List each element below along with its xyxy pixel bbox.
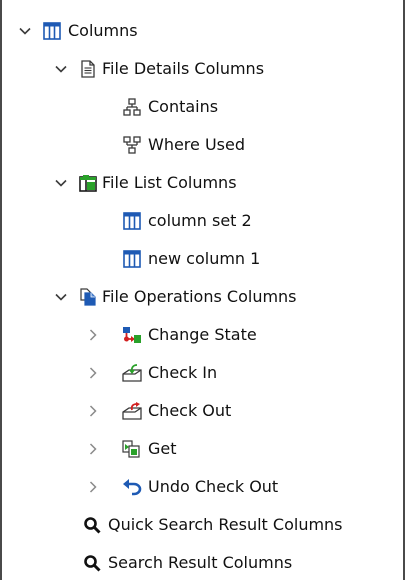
check-out-icon [122,401,142,421]
tree-node-change-state[interactable]: Change State [0,317,403,355]
search-icon [82,553,102,573]
tree-node-label: Quick Search Result Columns [108,515,343,534]
chevron-down-icon[interactable] [52,60,70,78]
chevron-right-icon[interactable] [84,402,102,420]
chevron-right-icon[interactable] [84,440,102,458]
column-set-icon [122,249,142,269]
tree-node-undo-check-out[interactable]: Undo Check Out [0,469,403,507]
chevron-right-icon[interactable] [84,326,102,344]
tree-node-label: Change State [148,325,257,344]
hierarchy-icon [122,97,142,117]
search-icon [82,515,102,535]
tree-node-label: Search Result Columns [108,553,293,572]
chevron-down-icon[interactable] [52,288,70,306]
file-list-icon [78,173,98,193]
tree-node-label: column set 2 [148,211,252,230]
tree-node-label: Check In [148,363,218,382]
tree-node-check-out[interactable]: Check Out [0,393,403,431]
check-in-icon [122,363,142,383]
tree-node-label: Contains [148,97,219,116]
chevron-right-icon[interactable] [84,478,102,496]
chevron-right-icon[interactable] [84,364,102,382]
columns-tree-panel: Columns File Details Columns Contains Wh… [0,0,405,580]
columns-tree: Columns File Details Columns Contains Wh… [0,13,403,580]
tree-node-where-used[interactable]: Where Used [0,127,403,165]
change-state-icon [122,325,142,345]
column-set-icon [42,21,62,41]
file-operations-icon [78,287,98,307]
tree-node-columns[interactable]: Columns [0,13,403,51]
tree-node-label: File List Columns [102,173,237,192]
tree-node-quick-search-result-columns[interactable]: Quick Search Result Columns [0,507,403,545]
tree-node-search-result-columns[interactable]: Search Result Columns [0,545,403,580]
tree-node-label: Undo Check Out [148,477,279,496]
column-set-icon [122,211,142,231]
document-icon [78,59,98,79]
undo-icon [122,477,142,497]
tree-node-column-set-2[interactable]: column set 2 [0,203,403,241]
chevron-down-icon[interactable] [16,22,34,40]
get-icon [122,439,142,459]
tree-node-check-in[interactable]: Check In [0,355,403,393]
chevron-down-icon[interactable] [52,174,70,192]
tree-node-label: Check Out [148,401,232,420]
tree-node-get[interactable]: Get [0,431,403,469]
tree-node-file-operations-columns[interactable]: File Operations Columns [0,279,403,317]
tree-node-contains[interactable]: Contains [0,89,403,127]
tree-node-file-details-columns[interactable]: File Details Columns [0,51,403,89]
tree-node-label: new column 1 [148,249,261,268]
tree-node-label: Where Used [148,135,246,154]
tree-node-label: Get [148,439,177,458]
tree-node-new-column-1[interactable]: new column 1 [0,241,403,279]
tree-node-file-list-columns[interactable]: File List Columns [0,165,403,203]
tree-node-label: File Details Columns [102,59,265,78]
tree-node-label: File Operations Columns [102,287,297,306]
tree-node-label: Columns [68,21,138,40]
where-used-icon [122,135,142,155]
